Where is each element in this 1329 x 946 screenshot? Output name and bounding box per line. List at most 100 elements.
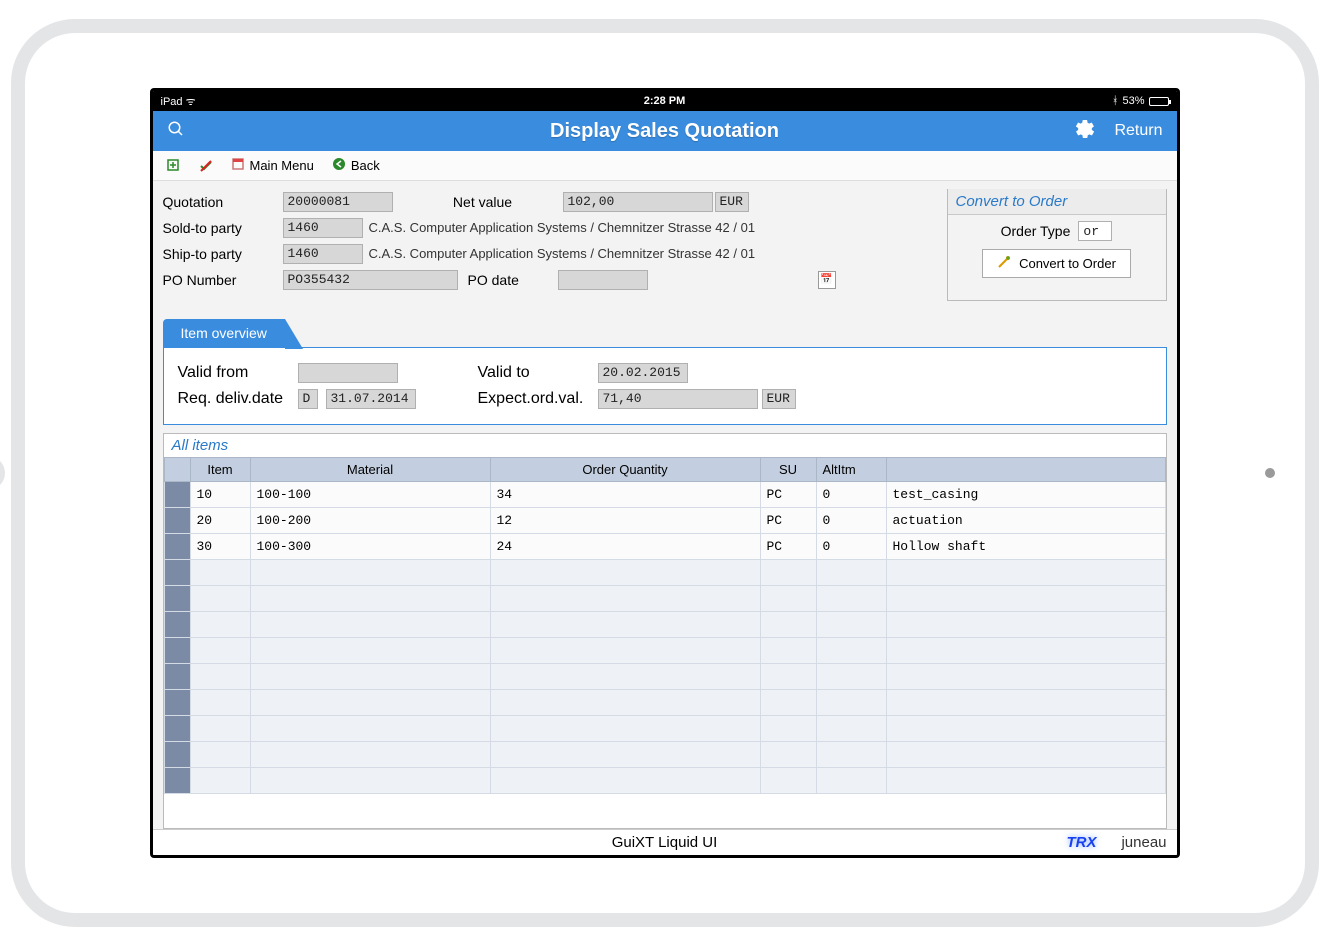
col-selector[interactable]: [164, 458, 190, 482]
cell-alt[interactable]: 0: [816, 508, 886, 534]
row-selector[interactable]: [164, 560, 190, 586]
table-row[interactable]: 20 100-200 12 PC 0 actuation: [164, 508, 1165, 534]
row-selector[interactable]: [164, 768, 190, 794]
back-icon: [332, 157, 346, 174]
back-button[interactable]: Back: [332, 157, 380, 174]
main-menu-label: Main Menu: [250, 158, 314, 173]
order-type-label: Order Type: [1001, 223, 1071, 239]
ship-to-detail: C.A.S. Computer Application Systems / Ch…: [363, 246, 756, 261]
cell-qty[interactable]: 34: [490, 482, 760, 508]
toolbar-btn-2[interactable]: [199, 159, 213, 173]
table-row-empty[interactable]: [164, 664, 1165, 690]
cell-item[interactable]: 20: [190, 508, 250, 534]
convert-panel: Convert to Order Order Type Convert to O…: [947, 189, 1167, 301]
tab-item-overview[interactable]: Item overview: [163, 319, 285, 347]
po-date-field[interactable]: [558, 270, 648, 290]
col-qty[interactable]: Order Quantity: [490, 458, 760, 482]
row-selector[interactable]: [164, 742, 190, 768]
cell-alt[interactable]: 0: [816, 482, 886, 508]
ship-to-field[interactable]: [283, 244, 363, 264]
table-row-empty[interactable]: [164, 638, 1165, 664]
valid-to-field[interactable]: [598, 363, 688, 383]
expect-ord-field[interactable]: [598, 389, 758, 409]
table-row-empty[interactable]: [164, 690, 1165, 716]
cell-desc[interactable]: actuation: [886, 508, 1165, 534]
cell-item[interactable]: 30: [190, 534, 250, 560]
table-row-empty[interactable]: [164, 560, 1165, 586]
sold-to-detail: C.A.S. Computer Application Systems / Ch…: [363, 220, 756, 235]
net-value-field[interactable]: [563, 192, 713, 212]
username-label: juneau: [1121, 834, 1166, 851]
valid-from-label: Valid from: [178, 364, 298, 382]
product-label: GuiXT Liquid UI: [612, 834, 718, 851]
req-deliv-type-field[interactable]: [298, 389, 318, 409]
po-number-field[interactable]: [283, 270, 458, 290]
cell-su[interactable]: PC: [760, 508, 816, 534]
carrier-label: iPad ᯤ: [161, 94, 196, 109]
items-grid[interactable]: Item Material Order Quantity SU AltItm 1…: [164, 457, 1166, 828]
row-selector[interactable]: [164, 664, 190, 690]
col-desc[interactable]: [886, 458, 1165, 482]
req-deliv-field[interactable]: [326, 389, 416, 409]
cell-material[interactable]: 100-300: [250, 534, 490, 560]
row-selector[interactable]: [164, 508, 190, 534]
table-row[interactable]: 30 100-300 24 PC 0 Hollow shaft: [164, 534, 1165, 560]
cell-material[interactable]: 100-200: [250, 508, 490, 534]
cell-desc[interactable]: test_casing: [886, 482, 1165, 508]
cell-su[interactable]: PC: [760, 482, 816, 508]
table-row-empty[interactable]: [164, 742, 1165, 768]
header-form: Quotation Net value Sold-to party C.A.S.…: [163, 189, 937, 301]
row-selector[interactable]: [164, 586, 190, 612]
wand-icon: [997, 255, 1011, 272]
app-toolbar: Main Menu Back: [153, 151, 1177, 181]
col-alt[interactable]: AltItm: [816, 458, 886, 482]
return-button[interactable]: Return: [1114, 122, 1162, 140]
search-icon[interactable]: [167, 120, 185, 143]
calendar-icon[interactable]: 📅: [818, 271, 836, 289]
table-row-empty[interactable]: [164, 586, 1165, 612]
table-row-empty[interactable]: [164, 612, 1165, 638]
battery-pct: 53%: [1122, 95, 1144, 107]
col-material[interactable]: Material: [250, 458, 490, 482]
col-item[interactable]: Item: [190, 458, 250, 482]
row-selector[interactable]: [164, 612, 190, 638]
bottombar: GuiXT Liquid UI TRX juneau: [153, 829, 1177, 855]
ipad-frame: iPad ᯤ 2:28 PM ᚼ 53% Display Sales Quota…: [25, 33, 1305, 913]
row-selector[interactable]: [164, 482, 190, 508]
main-menu-button[interactable]: Main Menu: [231, 157, 314, 174]
cell-su[interactable]: PC: [760, 534, 816, 560]
bluetooth-icon: ᚼ: [1112, 95, 1119, 107]
net-value-currency[interactable]: [715, 192, 749, 212]
ship-to-label: Ship-to party: [163, 246, 283, 262]
quotation-field[interactable]: [283, 192, 393, 212]
valid-to-label: Valid to: [478, 364, 598, 382]
items-panel-title: All items: [164, 434, 1166, 457]
convert-to-order-button[interactable]: Convert to Order: [982, 249, 1131, 278]
sold-to-field[interactable]: [283, 218, 363, 238]
table-row[interactable]: 10 100-100 34 PC 0 test_casing: [164, 482, 1165, 508]
expect-ord-currency[interactable]: [762, 389, 796, 409]
tab-strip: Item overview: [163, 319, 1167, 347]
row-selector[interactable]: [164, 638, 190, 664]
gear-icon[interactable]: [1074, 118, 1096, 145]
cell-qty[interactable]: 24: [490, 534, 760, 560]
home-button-left-decor: [0, 456, 5, 490]
cell-desc[interactable]: Hollow shaft: [886, 534, 1165, 560]
row-selector[interactable]: [164, 716, 190, 742]
order-type-field[interactable]: [1078, 221, 1112, 241]
quotation-label: Quotation: [163, 194, 283, 210]
row-selector[interactable]: [164, 534, 190, 560]
col-su[interactable]: SU: [760, 458, 816, 482]
cell-alt[interactable]: 0: [816, 534, 886, 560]
cell-qty[interactable]: 12: [490, 508, 760, 534]
po-date-label: PO date: [458, 272, 558, 288]
table-row-empty[interactable]: [164, 768, 1165, 794]
toolbar-btn-1[interactable]: [167, 159, 181, 173]
table-row-empty[interactable]: [164, 716, 1165, 742]
trx-button[interactable]: TRX: [1067, 834, 1097, 851]
cell-material[interactable]: 100-100: [250, 482, 490, 508]
row-selector[interactable]: [164, 690, 190, 716]
valid-from-field[interactable]: [298, 363, 398, 383]
cell-item[interactable]: 10: [190, 482, 250, 508]
navbar: Display Sales Quotation Return: [153, 111, 1177, 151]
